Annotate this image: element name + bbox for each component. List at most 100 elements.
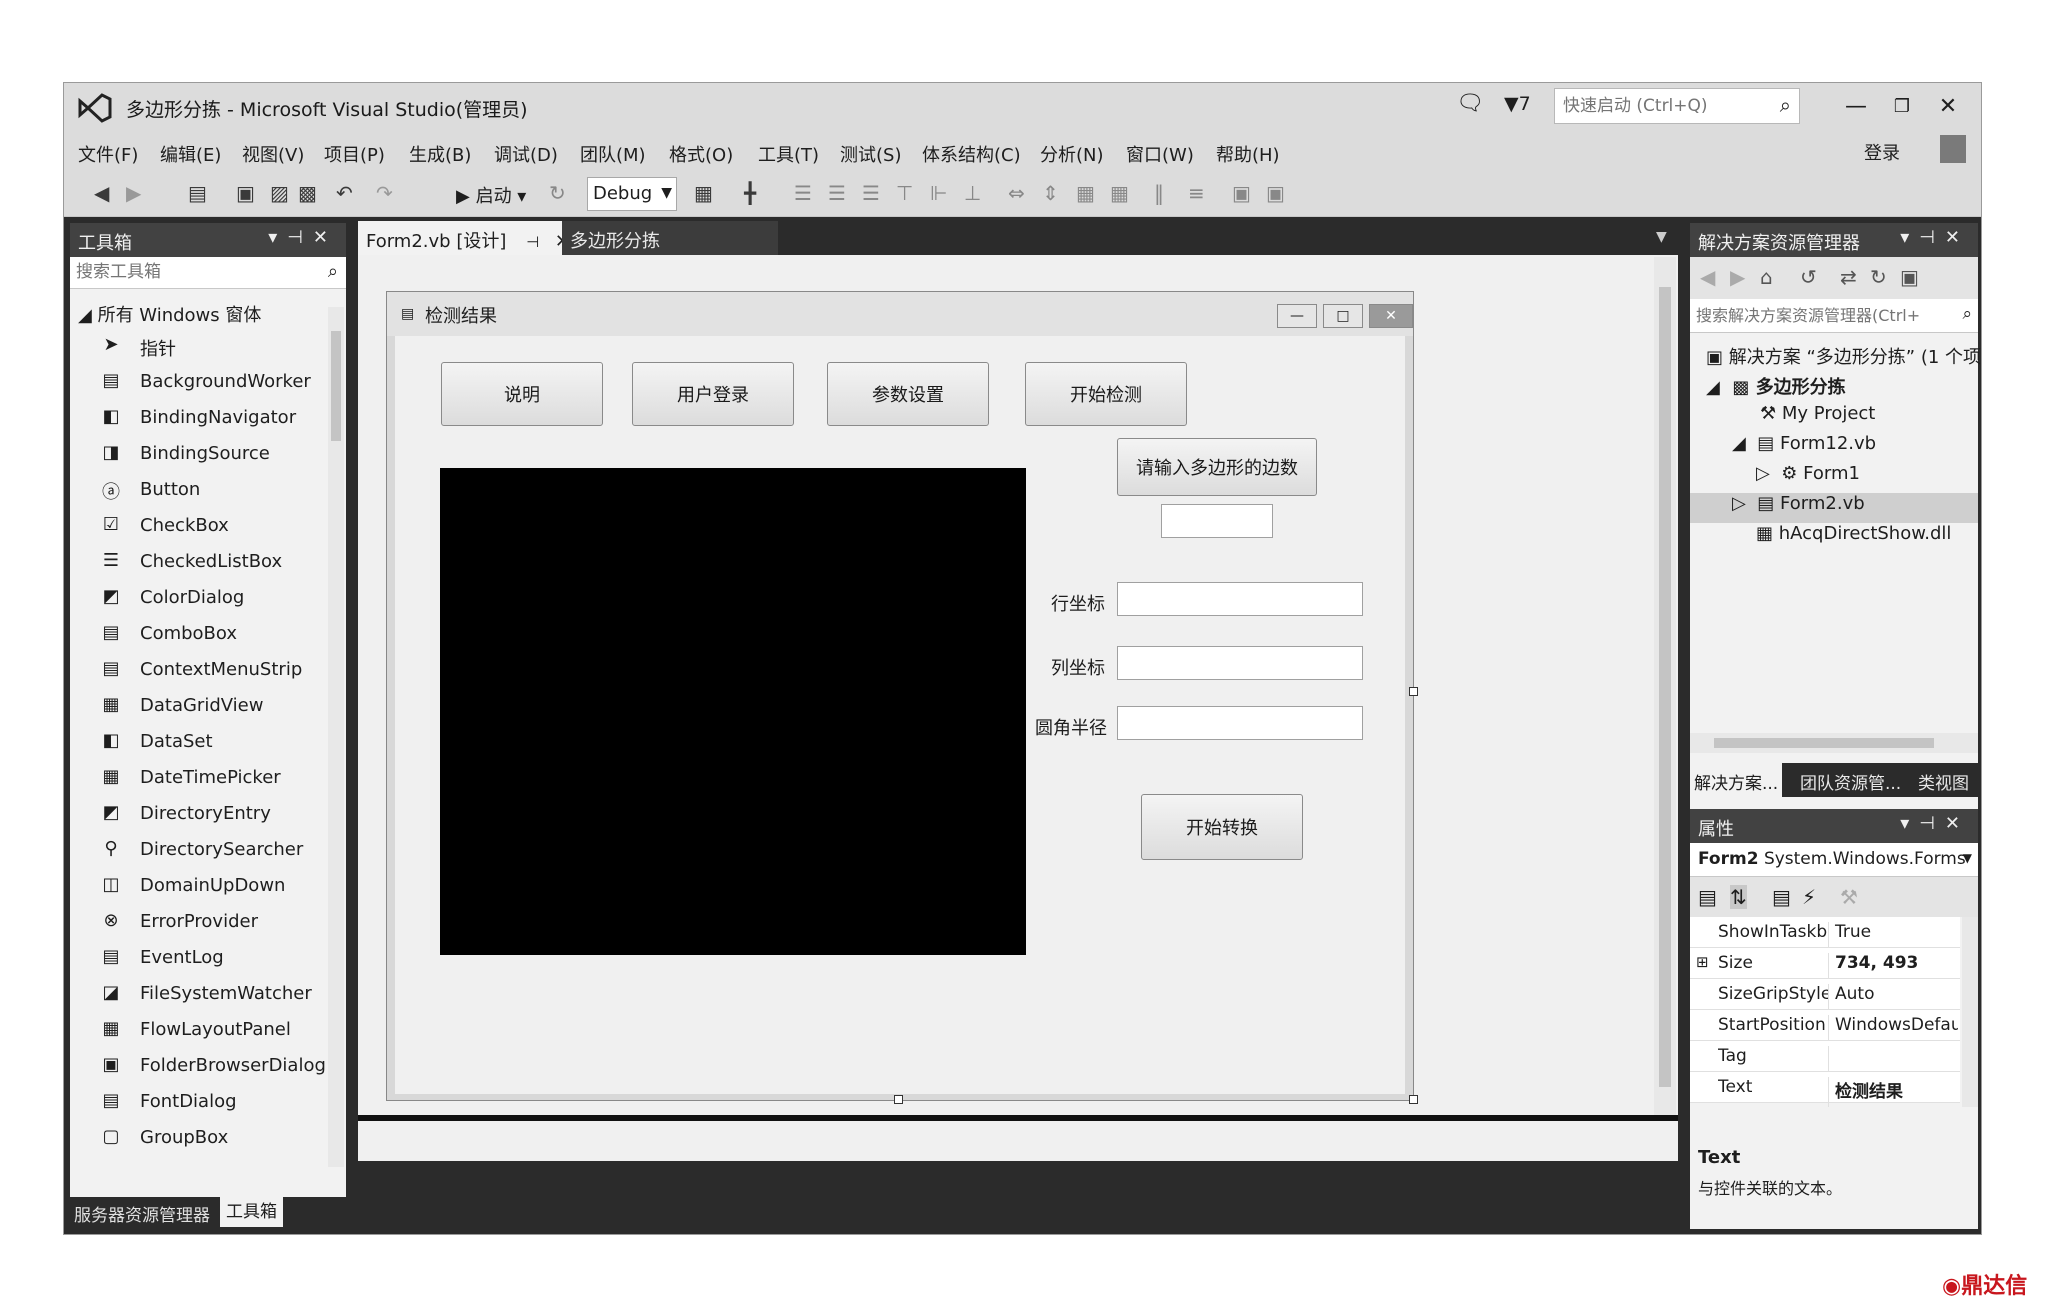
- open-file-icon[interactable]: ▣: [236, 181, 255, 205]
- solution-search[interactable]: ⌕: [1690, 299, 1978, 333]
- tab-project[interactable]: 多边形分拣: [562, 221, 778, 255]
- toolbox-item[interactable]: ▣ FolderBrowserDialog: [70, 1049, 326, 1085]
- panel-controls[interactable]: ▾⊣✕: [268, 227, 338, 248]
- solution-search-input[interactable]: [1690, 299, 1938, 331]
- scrollbar-thumb[interactable]: [1714, 738, 1934, 748]
- scrollbar-thumb[interactable]: [1659, 287, 1671, 1087]
- parameter-settings-button[interactable]: 参数设置: [827, 362, 989, 426]
- toolbox-item[interactable]: ⊗ ErrorProvider: [70, 905, 326, 941]
- toolbox-scrollbar[interactable]: [328, 307, 344, 1167]
- toolbox-item[interactable]: ▤ BackgroundWorker: [70, 365, 326, 401]
- refresh-icon[interactable]: ↻: [549, 181, 566, 205]
- tree-form2[interactable]: ▷ ▤ Form2.vb: [1690, 493, 1978, 523]
- expand-icon[interactable]: ⊞: [1696, 953, 1709, 971]
- minimize-button[interactable]: —: [1838, 89, 1874, 125]
- properties-scrollbar[interactable]: [1962, 917, 1978, 1107]
- tab-team-explorer[interactable]: 团队资源管...: [1800, 769, 1901, 794]
- property-value[interactable]: 检测结果: [1828, 1077, 1958, 1107]
- toolbox-item[interactable]: ◧ BindingNavigator: [70, 401, 326, 437]
- forward-icon[interactable]: ▶: [1730, 265, 1745, 289]
- format-toolbar-icon[interactable]: ▦: [694, 181, 713, 205]
- collapse-icon[interactable]: ▷: [1732, 493, 1746, 514]
- menu-team[interactable]: 团队(M): [580, 141, 646, 167]
- redo-icon[interactable]: ↷: [376, 181, 393, 205]
- toolbox-item[interactable]: ⓐ Button: [70, 473, 326, 509]
- make-same-height-icon[interactable]: ⇕: [1042, 181, 1059, 205]
- feedback-icon[interactable]: 🗨: [1456, 91, 1484, 116]
- quick-launch[interactable]: ⌕: [1554, 88, 1800, 124]
- make-same-width-icon[interactable]: ⇔: [1008, 181, 1025, 205]
- align-rights-icon[interactable]: ☰: [862, 181, 880, 205]
- align-centers-icon[interactable]: ☰: [828, 181, 846, 205]
- menu-build[interactable]: 生成(B): [409, 141, 471, 167]
- tab-server-explorer[interactable]: 服务器资源管理器: [74, 1201, 210, 1226]
- toolbox-item[interactable]: ▢ GroupBox: [70, 1121, 326, 1157]
- properties-object-select[interactable]: Form2 System.Windows.Forms ▼: [1690, 843, 1978, 877]
- toolbox-item[interactable]: ☑ CheckBox: [70, 509, 326, 545]
- close-button[interactable]: ✕: [1930, 89, 1966, 125]
- tab-form2-design[interactable]: Form2.vb [设计] ⊣ ✕: [358, 221, 579, 255]
- tree-dll[interactable]: ▦ hAcqDirectShow.dll: [1756, 523, 1951, 553]
- history-icon[interactable]: ↺: [1800, 265, 1817, 289]
- form-close-button[interactable]: ✕: [1369, 304, 1413, 328]
- restore-button[interactable]: ❐: [1884, 89, 1920, 125]
- save-icon[interactable]: ▨: [270, 181, 289, 205]
- menu-help[interactable]: 帮助(H): [1216, 141, 1280, 167]
- property-row[interactable]: StartPosition WindowsDefau: [1690, 1010, 1960, 1045]
- toolbox-item[interactable]: ⚲ DirectorySearcher: [70, 833, 326, 869]
- quick-launch-input[interactable]: [1555, 89, 1755, 123]
- bring-to-front-icon[interactable]: ▣: [1232, 181, 1251, 205]
- camera-picturebox[interactable]: [440, 468, 1026, 955]
- toolbox-item[interactable]: ▦ DataGridView: [70, 689, 326, 725]
- form-minimize-button[interactable]: —: [1277, 304, 1317, 328]
- toolbox-item[interactable]: ▤ FontDialog: [70, 1085, 326, 1121]
- user-login-button[interactable]: 用户登录: [632, 362, 794, 426]
- tree-form1[interactable]: ▷ ⚙ Form1: [1756, 463, 1860, 493]
- tree-solution[interactable]: ▣ 解决方案 “多边形分拣” (1 个项: [1706, 343, 1981, 373]
- property-row[interactable]: ⊞ Size 734, 493: [1690, 948, 1960, 983]
- property-row[interactable]: SizeGripStyle Auto: [1690, 979, 1960, 1014]
- form-maximize-button[interactable]: □: [1323, 304, 1363, 328]
- toolbox-item[interactable]: ◩ DirectoryEntry: [70, 797, 326, 833]
- undo-icon[interactable]: ↶: [336, 181, 353, 205]
- back-icon[interactable]: ◀: [1700, 265, 1715, 289]
- resize-handle-bottom[interactable]: [894, 1095, 903, 1104]
- toolbox-item[interactable]: ◧ HelpProvider: [70, 1157, 326, 1165]
- notification-flag[interactable]: ▼7: [1504, 93, 1531, 115]
- toolbox-search[interactable]: ⌕: [70, 257, 346, 289]
- expand-icon[interactable]: ◢: [1732, 433, 1746, 454]
- toolbox-item[interactable]: ▤ ContextMenuStrip: [70, 653, 326, 689]
- tree-my-project[interactable]: ⚒ My Project: [1760, 403, 1875, 433]
- scrollbar-thumb[interactable]: [331, 331, 341, 441]
- forward-icon[interactable]: ▶: [126, 181, 141, 205]
- tab-toolbox[interactable]: 工具箱: [220, 1197, 283, 1227]
- properties-icon[interactable]: ▤: [1772, 885, 1791, 909]
- help-button[interactable]: 说明: [441, 362, 603, 426]
- new-project-icon[interactable]: ▤: [188, 181, 207, 205]
- toolbox-item[interactable]: ▦ FlowLayoutPanel: [70, 1013, 326, 1049]
- menu-debug[interactable]: 调试(D): [494, 141, 558, 167]
- start-detection-button[interactable]: 开始检测: [1025, 362, 1187, 426]
- solution-hscrollbar[interactable]: [1690, 733, 1978, 753]
- menu-project[interactable]: 项目(P): [324, 141, 385, 167]
- events-icon[interactable]: ⚡: [1802, 885, 1816, 909]
- menu-analyze[interactable]: 分析(N): [1040, 141, 1104, 167]
- row-coordinate-input[interactable]: [1117, 582, 1363, 616]
- toolbox-item[interactable]: ➤ 指针: [70, 329, 326, 365]
- panel-controls[interactable]: ▾⊣✕: [1900, 813, 1970, 834]
- horizontal-spacing-icon[interactable]: ‖: [1154, 181, 1164, 205]
- align-lefts-icon[interactable]: ☰: [794, 181, 812, 205]
- toolbox-item[interactable]: ◧ DataSet: [70, 725, 326, 761]
- panel-controls[interactable]: ▾⊣✕: [1900, 227, 1970, 248]
- collapse-icon[interactable]: ▷: [1756, 463, 1770, 484]
- toolbox-item[interactable]: ◪ FileSystemWatcher: [70, 977, 326, 1013]
- collapse-all-icon[interactable]: ▣: [1900, 265, 1919, 289]
- toolbox-item[interactable]: ▤ EventLog: [70, 941, 326, 977]
- make-same-size-icon[interactable]: ▦: [1110, 181, 1129, 205]
- property-row[interactable]: Text 检测结果: [1690, 1072, 1960, 1107]
- menu-format[interactable]: 格式(O): [669, 141, 733, 167]
- tab-class-view[interactable]: 类视图: [1918, 769, 1969, 794]
- align-middles-icon[interactable]: ⊩: [930, 181, 947, 205]
- expand-icon[interactable]: ◢: [1706, 377, 1720, 398]
- user-avatar-icon[interactable]: [1940, 135, 1966, 163]
